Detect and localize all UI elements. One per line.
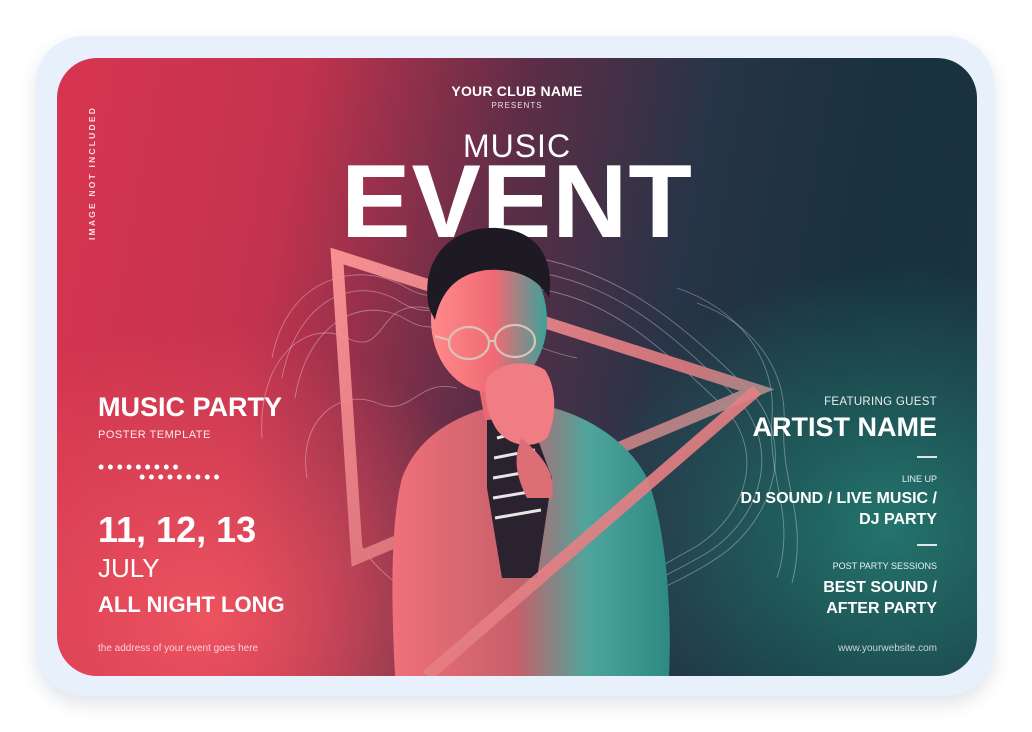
divider (917, 544, 937, 546)
post-party-line-2: AFTER PARTY (826, 600, 937, 617)
person-photo-icon (392, 227, 670, 676)
event-tagline: ALL NIGHT LONG (98, 592, 285, 617)
post-party-text: BEST SOUND / AFTER PARTY (823, 577, 937, 619)
lineup-line-1: DJ SOUND / LIVE MUSIC / (740, 490, 937, 507)
event-address: the address of your event goes here (98, 643, 259, 654)
divider (917, 456, 937, 458)
post-party-label: POST PARTY SESSIONS (832, 561, 937, 571)
lineup-text: DJ SOUND / LIVE MUSIC / DJ PARTY (741, 488, 937, 530)
event-month: JULY (98, 553, 160, 583)
music-event-poster: IMAGE NOT INCLUDED YOUR CLUB NAME PRESEN… (57, 58, 977, 676)
artist-name: ARTIST NAME (752, 412, 938, 442)
website-link: www.yourwebsite.com (838, 643, 937, 654)
lineup-label: LINE UP (901, 474, 937, 484)
post-party-line-1: BEST SOUND / (823, 579, 937, 596)
featuring-label: FEATURING GUEST (824, 396, 937, 408)
party-title: MUSIC PARTY (98, 392, 283, 422)
party-subtitle: POSTER TEMPLATE (98, 429, 211, 441)
event-dates: 11, 12, 13 (98, 509, 257, 550)
lineup-line-2: DJ PARTY (859, 511, 937, 528)
dots-row-2: ••••••••• (139, 467, 223, 487)
